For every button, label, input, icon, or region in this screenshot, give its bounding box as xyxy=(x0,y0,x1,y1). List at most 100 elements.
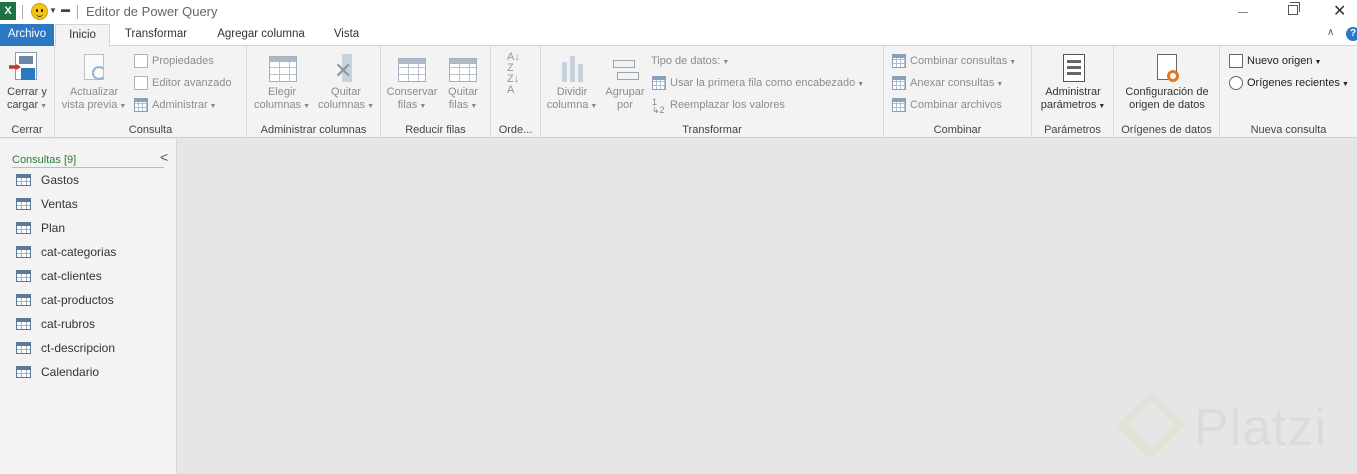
divider xyxy=(12,167,164,168)
query-item[interactable]: cat-rubros xyxy=(16,314,95,334)
query-item[interactable]: Plan xyxy=(16,218,65,238)
tab-add-column[interactable]: Agregar columna xyxy=(206,24,316,46)
query-item[interactable]: Ventas xyxy=(16,194,78,214)
group-label-nueva: Nueva consulta xyxy=(1250,124,1327,136)
remove-rows-button[interactable]: Quitar filas ▼ xyxy=(439,52,487,113)
group-by-label-1: Agrupar xyxy=(605,86,645,98)
advanced-editor-button[interactable]: Editor avanzado xyxy=(134,74,232,92)
refresh-preview-button[interactable]: Actualizar vista previa ▼ xyxy=(61,52,127,113)
header-row-icon xyxy=(652,76,666,90)
split-column-label-2: columna ▼ xyxy=(546,99,598,111)
data-source-label-1: Configuración de xyxy=(1125,86,1209,98)
new-source-icon xyxy=(1229,54,1243,68)
data-source-settings-button[interactable]: Configuración de origen de datos xyxy=(1118,52,1216,112)
platzi-watermark: Platzi xyxy=(1115,389,1357,474)
remove-columns-label-2: columnas ▼ xyxy=(317,99,374,111)
collapse-ribbon-icon[interactable]: ∧ xyxy=(1327,27,1334,38)
tab-view[interactable]: Vista xyxy=(324,24,369,46)
group-label-columnas: Administrar columnas xyxy=(260,124,367,136)
combine-files-icon xyxy=(892,98,906,112)
refresh-label-2: vista previa ▼ xyxy=(61,99,127,111)
group-label-parametros: Parámetros xyxy=(1044,124,1101,136)
close-load-label-2: cargar ▼ xyxy=(6,99,48,111)
group-label-combinar: Combinar xyxy=(933,124,982,136)
recent-sources-button[interactable]: Orígenes recientes ▼ xyxy=(1229,74,1349,92)
keep-rows-button[interactable]: Conservar filas ▼ xyxy=(385,52,439,113)
choose-columns-label-2: columnas ▼ xyxy=(253,99,310,111)
table-icon xyxy=(16,366,31,378)
properties-icon xyxy=(134,54,148,68)
data-type-dropdown[interactable]: Tipo de datos: ▼ xyxy=(651,52,729,70)
divider xyxy=(77,5,78,19)
divider xyxy=(22,5,23,19)
recent-sources-icon xyxy=(1229,76,1243,90)
smiley-icon[interactable] xyxy=(31,3,48,20)
remove-columns-button[interactable]: ✕ Quitar columnas ▼ xyxy=(315,52,377,113)
table-icon xyxy=(16,222,31,234)
group-label-consulta: Consulta xyxy=(128,124,173,136)
close-icon[interactable]: ✕ xyxy=(1333,1,1346,21)
query-item[interactable]: cat-productos xyxy=(16,290,114,310)
combine-files-button[interactable]: Combinar archivos xyxy=(892,96,1002,114)
manage-parameters-button[interactable]: Administrar parámetros ▼ xyxy=(1036,52,1110,113)
replace-values-button[interactable]: 1 ↳2 Reemplazar los valores xyxy=(652,96,785,115)
remove-rows-label-2: filas ▼ xyxy=(448,99,478,111)
chevron-down-icon[interactable]: ▼ xyxy=(49,6,57,15)
query-item[interactable]: cat-clientes xyxy=(16,266,102,286)
group-label-origenes: Orígenes de datos xyxy=(1121,124,1212,136)
query-item[interactable]: cat-categorias xyxy=(16,242,116,262)
sort-ascending-icon[interactable]: A↓ Z xyxy=(507,52,520,74)
table-icon xyxy=(16,270,31,282)
group-reducir-filas: Conservar filas ▼ Quitar filas ▼ Reducir f… xyxy=(381,46,491,138)
advanced-editor-icon xyxy=(134,76,148,90)
use-first-row-header-button[interactable]: Usar la primera fila como encabezado ▼ xyxy=(652,74,864,92)
group-origenes: Configuración de origen de datos Orígene… xyxy=(1114,46,1220,138)
minimize-icon[interactable] xyxy=(1238,12,1248,13)
ribbon: Cerrar y cargar ▼ Cerrar Actualizar vista… xyxy=(0,46,1357,138)
split-column-button[interactable]: Dividir columna ▼ xyxy=(545,52,599,113)
manage-button[interactable]: Administrar ▼ xyxy=(134,96,217,114)
append-queries-icon xyxy=(892,76,906,90)
title-bar: X ▼ ▬ Editor de Power Query ✕ xyxy=(0,0,1357,24)
sort-descending-icon[interactable]: Z↓ A xyxy=(507,74,519,96)
tab-home[interactable]: Inicio xyxy=(55,24,110,47)
parameters-icon xyxy=(1057,52,1089,86)
choose-columns-button[interactable]: Elegir columnas ▼ xyxy=(251,52,313,113)
restore-icon[interactable] xyxy=(1288,2,1300,15)
tab-file[interactable]: Archivo xyxy=(0,24,54,46)
group-label-filas: Reducir filas xyxy=(405,124,466,136)
table-icon xyxy=(16,198,31,210)
remove-columns-icon: ✕ xyxy=(330,52,362,86)
keep-rows-icon xyxy=(396,52,428,86)
table-icon xyxy=(16,174,31,186)
chevron-left-icon[interactable]: < xyxy=(160,149,168,165)
merge-queries-button[interactable]: Combinar consultas ▼ xyxy=(892,52,1016,70)
split-column-label-1: Dividir xyxy=(556,86,588,98)
refresh-label-1: Actualizar xyxy=(69,86,119,98)
remove-rows-label-1: Quitar xyxy=(448,86,478,98)
query-item[interactable]: ct-descripcion xyxy=(16,338,115,358)
query-item[interactable]: Calendario xyxy=(16,362,99,382)
close-and-load-button[interactable]: Cerrar y cargar ▼ xyxy=(4,52,50,113)
properties-button[interactable]: Propiedades xyxy=(134,52,214,70)
append-queries-button[interactable]: Anexar consultas ▼ xyxy=(892,74,1003,92)
customize-quick-access-icon[interactable]: ▬ xyxy=(61,4,70,14)
close-load-icon xyxy=(9,52,43,86)
excel-icon: X xyxy=(0,2,16,20)
queries-panel: Consultas [9] < Gastos Ventas Plan cat-c… xyxy=(0,139,177,474)
help-icon[interactable]: ? xyxy=(1346,27,1357,41)
group-label-transformar: Transformar xyxy=(682,124,742,136)
query-item[interactable]: Gastos xyxy=(16,170,79,190)
new-source-button[interactable]: Nuevo origen ▼ xyxy=(1229,52,1321,70)
tab-transform[interactable]: Transformar xyxy=(116,24,196,46)
table-icon xyxy=(16,246,31,258)
remove-rows-icon xyxy=(447,52,479,86)
close-load-label-1: Cerrar y xyxy=(7,86,47,98)
group-nueva-consulta: Nuevo origen ▼ Orígenes recientes ▼ Nueva … xyxy=(1220,46,1357,138)
group-parametros: Administrar parámetros ▼ Parámetros xyxy=(1032,46,1114,138)
group-consulta: Actualizar vista previa ▼ Propiedades Edi… xyxy=(55,46,247,138)
table-icon xyxy=(16,294,31,306)
group-ordenar: A↓ Z Z↓ A Orde... xyxy=(491,46,541,138)
group-transformar: Dividir columna ▼ Agrupar por Tipo de dat… xyxy=(541,46,884,138)
group-by-button[interactable]: Agrupar por xyxy=(601,52,649,112)
